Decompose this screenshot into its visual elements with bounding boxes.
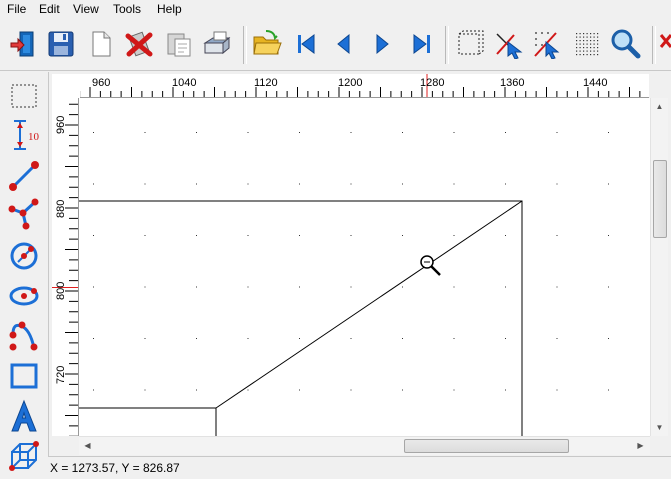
next-page-icon[interactable] [365, 27, 399, 61]
cursor-coordinates: X = 1273.57, Y = 826.87 [50, 461, 180, 475]
scroll-left-icon[interactable]: ◀ [79, 437, 96, 454]
delete-icon[interactable] [122, 27, 156, 61]
paste-icon[interactable] [162, 27, 196, 61]
ruler-label: 880 [55, 199, 67, 218]
vertical-scroll-thumb[interactable] [653, 160, 667, 238]
select-cursor-icon[interactable] [492, 27, 526, 61]
ruler-corner [52, 74, 80, 99]
drawn-shape-upper[interactable] [79, 200, 523, 436]
close-tool-icon[interactable] [658, 27, 671, 61]
vertical-ruler: 960 880 800 720 [52, 98, 79, 436]
menu-tools[interactable]: Tools [110, 2, 144, 16]
snap-line-icon[interactable] [530, 27, 564, 61]
vertical-scrollbar[interactable]: ▲ ▼ [650, 98, 668, 436]
toolbar-separator [652, 26, 656, 64]
ruler-label: 1200 [338, 77, 363, 89]
toolbar-separator [243, 26, 247, 64]
ruler-label: 800 [55, 281, 67, 300]
toolbar-separator [445, 26, 449, 64]
ruler-label: 1360 [500, 77, 525, 89]
horizontal-scroll-thumb[interactable] [404, 439, 569, 453]
select-frame-icon[interactable] [452, 27, 486, 61]
drawn-shape-lower[interactable] [79, 407, 217, 436]
select-rectangle-icon[interactable] [6, 78, 42, 114]
box-3d-icon[interactable] [6, 438, 42, 474]
menu-bar: File Edit View Tools Help [0, 0, 671, 21]
rectangle-icon[interactable] [6, 358, 42, 394]
print-icon[interactable] [200, 27, 234, 61]
horizontal-scrollbar[interactable]: ◀ ▶ [79, 436, 650, 455]
ruler-label: 1280 [420, 77, 445, 89]
drawing-canvas[interactable] [79, 98, 650, 436]
menu-view[interactable]: View [70, 2, 102, 16]
scroll-up-icon[interactable]: ▲ [651, 98, 668, 115]
drawing-tools-panel: 10 [0, 72, 49, 478]
exit-icon[interactable] [6, 27, 40, 61]
line-icon[interactable] [6, 158, 42, 194]
menu-file[interactable]: File [4, 2, 29, 16]
dimension-label: 10 [28, 131, 39, 143]
save-icon[interactable] [44, 27, 78, 61]
last-page-icon[interactable] [405, 27, 439, 61]
ruler-label: 1120 [254, 77, 278, 89]
grid-icon[interactable] [570, 27, 604, 61]
ellipse-icon[interactable] [6, 277, 42, 313]
open-folder-icon[interactable] [250, 27, 284, 61]
menu-edit[interactable]: Edit [36, 2, 63, 16]
ruler-label: 1440 [583, 77, 608, 89]
circle-icon[interactable] [6, 238, 42, 274]
ruler-label: 720 [55, 365, 67, 384]
text-icon[interactable] [6, 398, 42, 434]
previous-page-icon[interactable] [327, 27, 361, 61]
scroll-right-icon[interactable]: ▶ [632, 437, 649, 454]
ruler-label: 1040 [172, 77, 197, 89]
first-page-icon[interactable] [289, 27, 323, 61]
ruler-label: 960 [55, 115, 67, 134]
main-toolbar [0, 20, 671, 71]
ruler-label: 960 [92, 77, 111, 89]
status-bar: X = 1273.57, Y = 826.87 [48, 456, 671, 479]
horizontal-ruler: 960 1040 1120 1200 1280 1360 1440 [80, 74, 649, 98]
curve-icon[interactable] [6, 318, 42, 354]
dimension-icon[interactable]: 10 [6, 117, 42, 153]
polyline-icon[interactable] [6, 196, 42, 232]
zoom-icon[interactable] [608, 27, 642, 61]
scroll-down-icon[interactable]: ▼ [651, 419, 668, 436]
new-document-icon[interactable] [84, 27, 118, 61]
menu-help[interactable]: Help [154, 2, 185, 16]
drawn-diagonal-line[interactable] [215, 200, 523, 409]
